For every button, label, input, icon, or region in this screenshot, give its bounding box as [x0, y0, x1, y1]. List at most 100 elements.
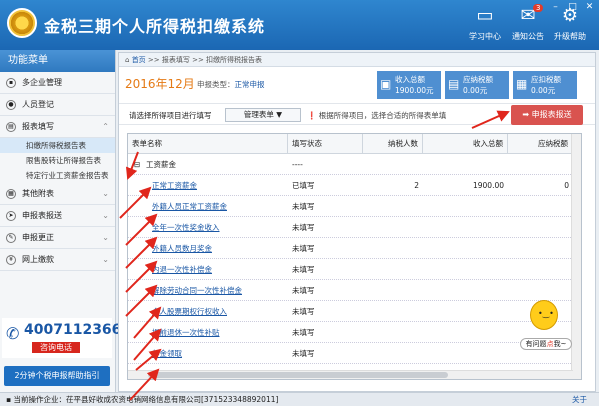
form-link[interactable]: 外籍人员正常工资薪金 [152, 196, 227, 217]
grid-icon: ▦ [6, 189, 16, 199]
sidebar-subitem-special-industry[interactable]: 特定行业工资薪金报告表 [0, 168, 115, 183]
maximize-icon[interactable]: □ [565, 2, 580, 13]
wallet-icon: ▣ [380, 77, 392, 91]
calculator-icon: ▦ [516, 77, 528, 91]
sidebar-item-multi-company[interactable]: ▪ 多企业管理 [0, 72, 115, 94]
app-header: 金税三期个人所得税扣缴系统 ▭ 学习中心 ✉ 3 通知公告 ⚙ 升级帮助 – □… [0, 0, 599, 50]
building-icon: ▪ [6, 78, 16, 88]
sidebar: 功能菜单 ▪ 多企业管理 ● 人员登记 ▤ 报表填写 ⌃ 扣缴所得税报告表 限售股转让所… [0, 50, 121, 392]
form-link[interactable]: 年金领取 [152, 343, 182, 364]
count-cell [363, 238, 419, 259]
chevron-up-icon: ⌃ [102, 122, 109, 131]
about-link[interactable]: 关于 [572, 393, 587, 406]
document-icon: ▤ [448, 77, 460, 91]
sidebar-item-person-register[interactable]: ● 人员登记 [0, 94, 115, 116]
report-table: 表单名称 填写状态 纳税人数 收入总额 应纳税额 ⊟ 工资薪金 ---- 正常工… [127, 133, 582, 380]
table-row[interactable]: 年金领取 未填写 [128, 343, 581, 364]
sidebar-item-online-payment[interactable]: ¥ 网上缴款 ⌄ [0, 249, 115, 271]
chevron-down-icon: ⌄ [102, 233, 109, 242]
form-link[interactable]: 提前退休一次性补贴 [152, 322, 220, 343]
company-icon: ▪ [6, 395, 12, 404]
payment-icon: ¥ [6, 255, 16, 265]
sidebar-subitem-restricted-stock[interactable]: 限售股转让所得报告表 [0, 153, 115, 168]
monitor-icon: ▭ [476, 5, 494, 26]
count-cell [363, 217, 419, 238]
toolbar: 请选择所得项目进行填写 管理表单 ▼ ❗ 根据所得项目，选择合适的所得表单填 ➡… [119, 103, 595, 125]
vertical-scrollbar[interactable] [571, 134, 581, 379]
breadcrumb-home-link[interactable]: 首页 [132, 56, 146, 64]
status-cell: 未填写 [292, 202, 315, 211]
table-row[interactable]: 内退一次性补偿金 未填写 [128, 259, 581, 280]
phone-icon: ✆ [6, 324, 20, 343]
tax-cell [508, 238, 569, 259]
table-row[interactable]: 全年一次性奖金收入 未填写 [128, 217, 581, 238]
hotline-number: 4007112366 [24, 322, 122, 338]
submit-report-button[interactable]: ➡ 申报表报送 [511, 105, 583, 125]
form-link[interactable]: 外籍人员数月奖金 [152, 238, 212, 259]
income-cell [423, 301, 504, 322]
income-cell [423, 238, 504, 259]
sidebar-item-correction[interactable]: ✎ 申报更正 ⌄ [0, 227, 115, 249]
form-link[interactable]: 个人股票期权行权收入 [152, 301, 227, 322]
close-icon[interactable]: ✕ [582, 2, 597, 13]
mascot-helper[interactable]: •‿• [530, 300, 558, 330]
table-row[interactable]: 个人股票期权行权收入 未填写 [128, 301, 581, 322]
status-cell: 未填写 [292, 307, 315, 316]
minimize-icon[interactable]: – [548, 2, 563, 13]
stat-income-total: ▣ 收入总额 1900.00元 [377, 71, 441, 99]
table-row[interactable]: 解除劳动合同一次性补偿金 未填写 [128, 280, 581, 301]
toolbar-hint-2: ❗ 根据所得项目，选择合适的所得表单填 [307, 111, 447, 120]
table-group-row[interactable]: ⊟ 工资薪金 ---- [128, 154, 581, 175]
edit-icon: ✎ [6, 233, 16, 243]
sidebar-item-other-schedules[interactable]: ▦ 其他附表 ⌄ [0, 183, 115, 205]
table-row[interactable]: 外籍人员正常工资薪金 未填写 [128, 196, 581, 217]
sidebar-item-submit-report[interactable]: ➤ 申报表报送 ⌄ [0, 205, 115, 227]
income-cell [423, 196, 504, 217]
manage-forms-select[interactable]: 管理表单 ▼ [225, 108, 301, 122]
table-row[interactable]: 外籍人员数月奖金 未填写 [128, 238, 581, 259]
breadcrumb-path: >> 报表填写 >> 扣缴所得税报告表 [147, 56, 263, 64]
count-cell [363, 343, 419, 364]
form-link[interactable]: 全年一次性奖金收入 [152, 217, 220, 238]
status-cell: 未填写 [292, 286, 315, 295]
sidebar-title: 功能菜单 [0, 50, 115, 72]
horizontal-scrollbar[interactable] [128, 370, 573, 379]
sidebar-subitem-withholding-report[interactable]: 扣缴所得税报告表 [0, 138, 115, 153]
toolbar-hint: 请选择所得项目进行填写 [129, 111, 212, 120]
col-header-tax: 应纳税额 [508, 134, 573, 154]
sidebar-item-report-fill[interactable]: ▤ 报表填写 ⌃ [0, 116, 115, 138]
user-icon: ● [6, 100, 16, 110]
col-header-count: 纳税人数 [363, 134, 423, 154]
col-header-status: 填写状态 [288, 134, 363, 154]
help-guide-banner[interactable]: 2分钟个税申报帮助指引 [4, 366, 110, 386]
tax-cell [508, 196, 569, 217]
tax-cell [508, 259, 569, 280]
status-cell: 未填写 [292, 223, 315, 232]
table-row[interactable]: 正常工资薪金 已填写 2 1900.00 0 [128, 175, 581, 196]
tax-cell: 0 [564, 181, 569, 190]
income-cell [423, 280, 504, 301]
status-bar: ▪ 当前操作企业：茌平县好收成农资电销网络信息有限公司[371523348892… [0, 392, 599, 406]
income-cell [423, 343, 504, 364]
stat-tax-withheld: ▦ 应扣税额 0.00元 [513, 71, 577, 99]
table-row[interactable]: 提前退休一次性补贴 未填写 [128, 322, 581, 343]
form-link[interactable]: 解除劳动合同一次性补偿金 [152, 280, 242, 301]
form-link[interactable]: 内退一次性补偿金 [152, 259, 212, 280]
help-bubble[interactable]: 有问题点我~ [520, 338, 572, 350]
count-cell [363, 301, 419, 322]
stat-tax-payable: ▤ 应纳税额 0.00元 [445, 71, 509, 99]
chevron-down-icon: ⌄ [102, 189, 109, 198]
col-header-income: 收入总额 [423, 134, 508, 154]
send-icon: ➤ [6, 211, 16, 221]
period-date: 2016年12月 [125, 77, 195, 91]
chevron-down-icon: ⌄ [102, 255, 109, 264]
window-controls: – □ ✕ [548, 2, 597, 13]
income-cell [423, 259, 504, 280]
status-cell: 未填写 [292, 328, 315, 337]
collapse-icon[interactable]: ⊟ [134, 154, 140, 175]
count-cell [363, 322, 419, 343]
report-type: 申报类型：正常申报 [197, 80, 265, 89]
tax-emblem-logo [7, 8, 37, 38]
form-link[interactable]: 正常工资薪金 [152, 175, 197, 196]
count-cell [363, 196, 419, 217]
